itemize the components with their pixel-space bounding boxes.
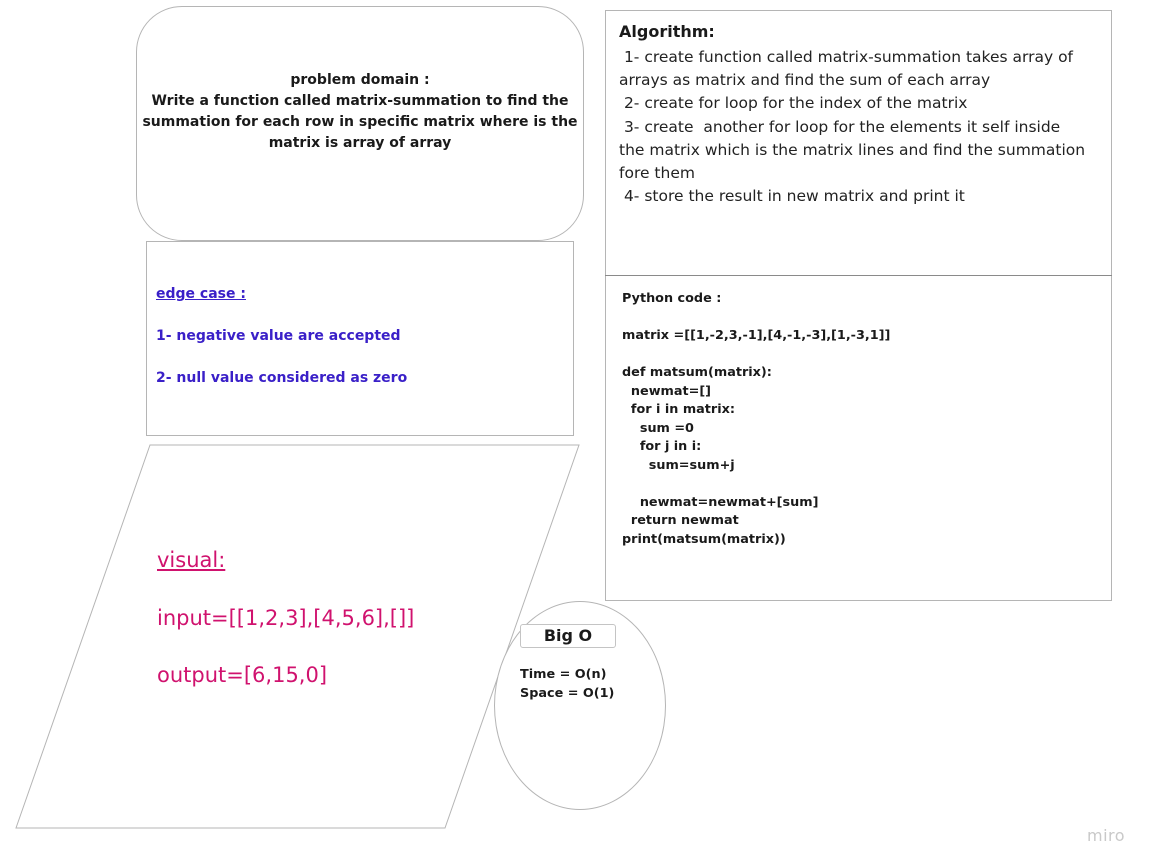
code-line: matrix =[[1,-2,3,-1],[4,-1,-3],[1,-3,1]]: [622, 328, 891, 343]
code-line: newmat=newmat+[sum]: [622, 494, 819, 510]
algorithm-steps: 1- create function called matrix-summati…: [619, 46, 1105, 208]
algorithm-line: 2- create for loop for the index of the …: [619, 94, 968, 113]
code-line: return newmat: [622, 513, 739, 528]
code-line: newmat=[]: [622, 383, 712, 399]
algorithm-line: 4- store the result in new matrix and pr…: [619, 187, 965, 206]
algorithm-line: arrays as matrix and find the sum of eac…: [619, 71, 991, 90]
visual-output-example: output=[6,15,0]: [157, 663, 328, 687]
edge-case-title: edge case :: [156, 286, 246, 302]
big-o-time: Time = O(n): [520, 667, 607, 682]
big-o-title: Big O: [520, 624, 616, 648]
algorithm-title: Algorithm:: [619, 22, 715, 41]
algorithm-line: fore them: [619, 164, 695, 183]
visual-title: visual:: [157, 548, 226, 572]
problem-domain-title: problem domain :: [290, 72, 430, 88]
problem-domain-text: problem domain : Write a function called…: [140, 70, 580, 154]
big-o-space: Space = O(1): [520, 686, 615, 701]
code-line: def matsum(matrix):: [622, 365, 772, 380]
problem-domain-line: summation for each row in specific matri…: [142, 114, 578, 130]
miro-watermark: miro: [1087, 826, 1126, 845]
problem-domain-line: Write a function called matrix-summation…: [151, 93, 569, 109]
visual-input-example: input=[[1,2,3],[4,5,6],[]]: [157, 606, 415, 630]
code-line: sum =0: [622, 420, 694, 436]
parallelogram-shape[interactable]: [15, 444, 580, 829]
algorithm-line: 1- create function called matrix-summati…: [619, 48, 1074, 66]
code-line: for i in matrix:: [622, 402, 735, 417]
code-line: for j in i:: [622, 439, 702, 454]
algorithm-line: the matrix which is the matrix lines and…: [619, 140, 1086, 159]
edge-case-item: 2- null value considered as zero: [156, 370, 408, 386]
python-code-title: Python code :: [622, 291, 722, 306]
card-divider: [605, 275, 1112, 276]
code-line: sum=sum+j: [622, 457, 735, 473]
algorithm-line: 3- create another for loop for the eleme…: [619, 117, 1061, 136]
problem-domain-line: matrix is array of array: [268, 135, 452, 151]
edge-case-item: 1- negative value are accepted: [156, 328, 401, 344]
code-line: print(matsum(matrix)): [622, 531, 786, 547]
python-code-block: Python code : matrix =[[1,-2,3,-1],[4,-1…: [622, 290, 1102, 549]
